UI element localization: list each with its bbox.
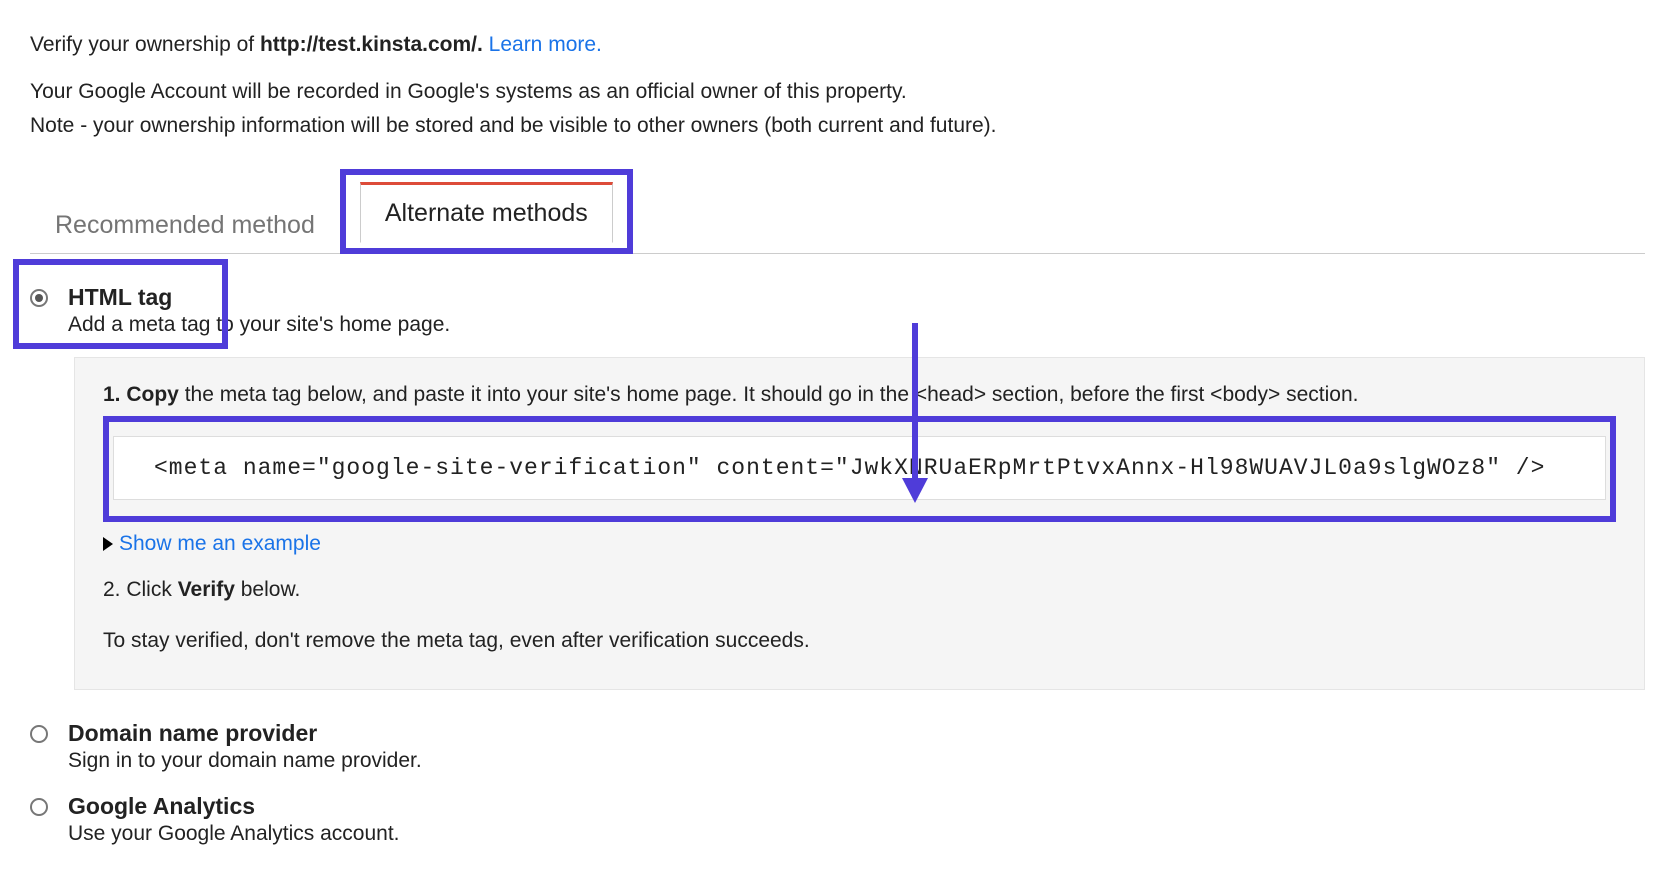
show-example-link[interactable]: Show me an example [103, 532, 321, 556]
option-domain-provider[interactable]: Domain name provider Sign in to your dom… [30, 720, 1645, 773]
step1-bold: Copy [126, 383, 179, 406]
option-desc: Sign in to your domain name provider. [68, 749, 422, 773]
option-title: HTML tag [68, 284, 450, 311]
radio-domain-provider[interactable] [30, 725, 48, 743]
step1-line: 1. Copy the meta tag below, and paste it… [103, 380, 1616, 409]
option-html-tag[interactable]: HTML tag Add a meta tag to your site's h… [30, 284, 1645, 337]
radio-google-analytics[interactable] [30, 798, 48, 816]
step1-num: 1. [103, 383, 121, 406]
step2-prefix: 2. Click [103, 578, 178, 601]
show-example-text: Show me an example [119, 532, 321, 556]
options-list: HTML tag Add a meta tag to your site's h… [30, 284, 1645, 846]
option-title: Google Analytics [68, 793, 400, 820]
step2-bold: Verify [178, 578, 235, 601]
option-title: Domain name provider [68, 720, 422, 747]
tab-recommended[interactable]: Recommended method [30, 196, 340, 254]
verify-url: http://test.kinsta.com/. [260, 33, 483, 56]
meta-tag-code[interactable]: <meta name="google-site-verification" co… [113, 436, 1606, 500]
triangle-right-icon [103, 537, 113, 551]
option-google-analytics[interactable]: Google Analytics Use your Google Analyti… [30, 793, 1645, 846]
intro-block: Verify your ownership of http://test.kin… [30, 30, 1645, 140]
tabs: Recommended method Alternate methods [30, 168, 1645, 254]
highlight-alternate-tab: Alternate methods [340, 169, 633, 254]
tab-alternate[interactable]: Alternate methods [360, 182, 613, 243]
step2-line: 2. Click Verify below. [103, 575, 1616, 604]
option-desc: Use your Google Analytics account. [68, 822, 400, 846]
stay-verified-text: To stay verified, don't remove the meta … [103, 626, 1616, 655]
verify-prefix: Verify your ownership of [30, 33, 260, 56]
option-desc: Add a meta tag to your site's home page. [68, 313, 450, 337]
html-tag-panel: 1. Copy the meta tag below, and paste it… [74, 357, 1645, 690]
note-text: Note - your ownership information will b… [30, 111, 1645, 140]
recorded-text: Your Google Account will be recorded in … [30, 77, 1645, 106]
step1-rest: the meta tag below, and paste it into yo… [179, 383, 1359, 406]
learn-more-link[interactable]: Learn more. [489, 33, 602, 56]
highlight-code-box: <meta name="google-site-verification" co… [103, 416, 1616, 522]
radio-html-tag[interactable] [30, 289, 48, 307]
step2-suffix: below. [235, 578, 300, 601]
